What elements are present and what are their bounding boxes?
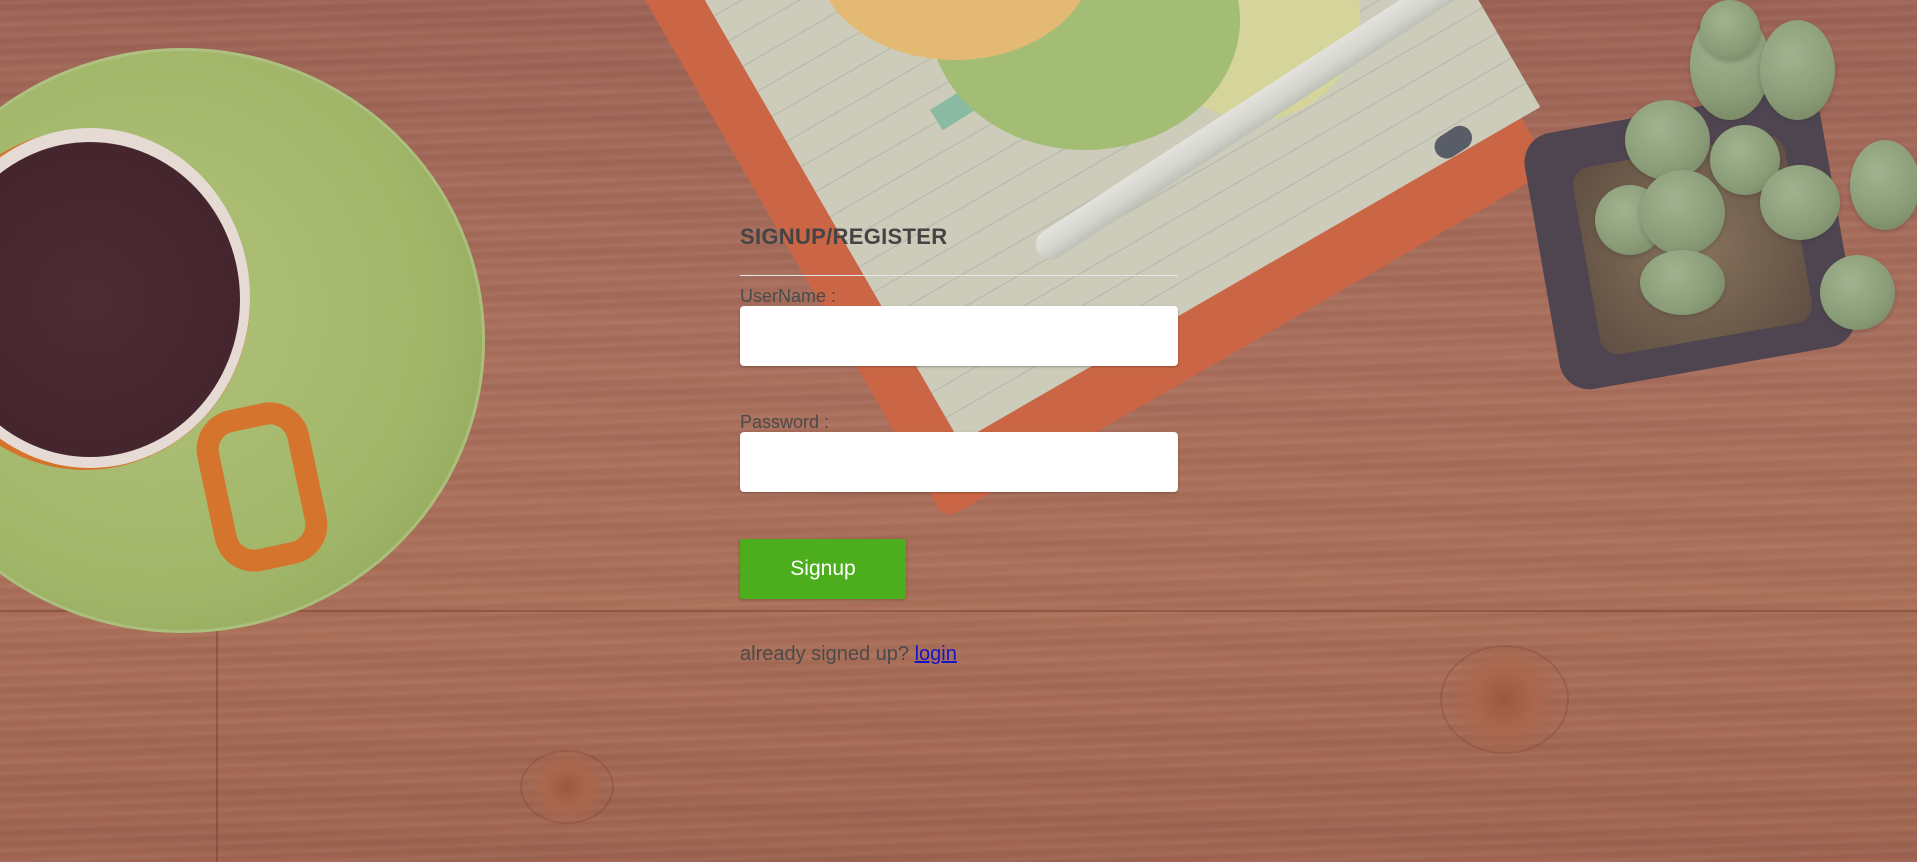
- title-divider: [740, 275, 1178, 276]
- username-input[interactable]: [740, 306, 1178, 366]
- login-prompt-row: already signed up? login: [740, 642, 1178, 666]
- signup-form: SIGNUP/REGISTER UserName : Password : Si…: [740, 222, 1178, 666]
- login-link[interactable]: login: [915, 643, 957, 665]
- form-title: SIGNUP/REGISTER: [740, 224, 948, 249]
- login-prompt-text: already signed up?: [740, 643, 910, 665]
- signup-button[interactable]: Signup: [740, 539, 906, 599]
- username-label: UserName :: [740, 286, 837, 306]
- password-label: Password :: [740, 412, 830, 432]
- password-input[interactable]: [740, 432, 1178, 492]
